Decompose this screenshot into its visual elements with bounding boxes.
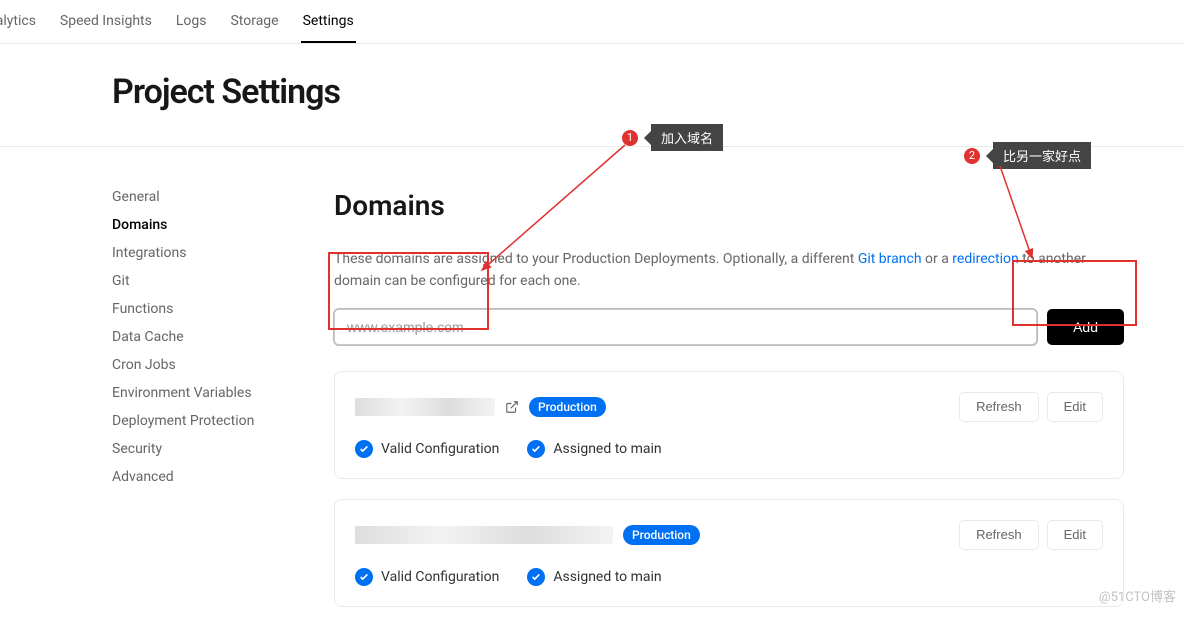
annotation-callout-1: 1 加入域名 [622,124,723,151]
check-icon [355,440,373,458]
link-git-branch[interactable]: Git branch [858,251,922,267]
check-icon [527,568,545,586]
check-assigned-main: Assigned to main [527,568,661,586]
tab-logs[interactable]: Logs [174,0,209,43]
card-actions: Refresh Edit [959,520,1103,550]
production-badge: Production [623,525,700,545]
sidebar-item-deployment-protection[interactable]: Deployment Protection [112,413,334,429]
callout-number-icon: 1 [622,130,638,146]
desc-mid: or a [922,251,953,267]
card-header: Production Refresh Edit [355,520,1103,550]
settings-sidebar: General Domains Integrations Git Functio… [112,189,334,627]
page-title: Project Settings [112,72,1184,112]
callout-label: 比另一家好点 [993,142,1091,169]
sidebar-item-data-cache[interactable]: Data Cache [112,329,334,345]
refresh-button[interactable]: Refresh [959,520,1039,550]
external-link-icon[interactable] [505,400,519,414]
domain-name-redacted [355,398,495,416]
card-actions: Refresh Edit [959,392,1103,422]
callout-caret-icon [644,131,651,145]
check-label: Assigned to main [553,569,661,585]
domain-name-area: Production [355,397,606,417]
domain-card: Production Refresh Edit Valid Configurat… [334,371,1124,479]
check-label: Valid Configuration [381,569,499,585]
domain-name-area: Production [355,525,700,545]
check-icon [355,568,373,586]
tab-speed-insights[interactable]: Speed Insights [58,0,154,43]
callout-caret-icon [986,149,993,163]
domain-card: Production Refresh Edit Valid Configurat… [334,499,1124,607]
production-badge: Production [529,397,606,417]
sidebar-item-git[interactable]: Git [112,273,334,289]
tab-storage[interactable]: Storage [228,0,280,43]
sidebar-item-security[interactable]: Security [112,441,334,457]
desc-prefix: These domains are assigned to your Produ… [334,251,858,267]
check-valid-config: Valid Configuration [355,440,499,458]
annotation-callout-2: 2 比另一家好点 [964,142,1091,169]
section-title-domains: Domains [334,189,1124,222]
tab-settings[interactable]: Settings [301,0,356,43]
domain-checks: Valid Configuration Assigned to main [355,568,1103,586]
add-domain-row: Add [334,309,1124,345]
sidebar-item-advanced[interactable]: Advanced [112,469,334,485]
sidebar-item-general[interactable]: General [112,189,334,205]
domain-name-redacted [355,526,613,544]
sidebar-item-domains[interactable]: Domains [112,217,334,233]
domains-description: These domains are assigned to your Produ… [334,248,1124,293]
check-label: Valid Configuration [381,441,499,457]
callout-number-icon: 2 [964,148,980,164]
check-label: Assigned to main [553,441,661,457]
add-button[interactable]: Add [1047,309,1124,345]
top-nav-tabs: nalytics Speed Insights Logs Storage Set… [0,0,1184,44]
edit-button[interactable]: Edit [1047,392,1103,422]
page-title-section: Project Settings [0,44,1184,146]
sidebar-item-integrations[interactable]: Integrations [112,245,334,261]
content: General Domains Integrations Git Functio… [0,146,1184,627]
check-valid-config: Valid Configuration [355,568,499,586]
sidebar-item-cron-jobs[interactable]: Cron Jobs [112,357,334,373]
sidebar-item-env-vars[interactable]: Environment Variables [112,385,334,401]
edit-button[interactable]: Edit [1047,520,1103,550]
link-redirection[interactable]: redirection [952,251,1018,267]
sidebar-item-functions[interactable]: Functions [112,301,334,317]
tab-analytics[interactable]: nalytics [0,0,38,43]
refresh-button[interactable]: Refresh [959,392,1039,422]
main-panel: Domains These domains are assigned to yo… [334,189,1124,627]
domain-input[interactable] [334,309,1037,345]
domain-checks: Valid Configuration Assigned to main [355,440,1103,458]
card-header: Production Refresh Edit [355,392,1103,422]
check-icon [527,440,545,458]
watermark: @51CTO博客 [1099,586,1176,605]
callout-label: 加入域名 [651,124,723,151]
check-assigned-main: Assigned to main [527,440,661,458]
